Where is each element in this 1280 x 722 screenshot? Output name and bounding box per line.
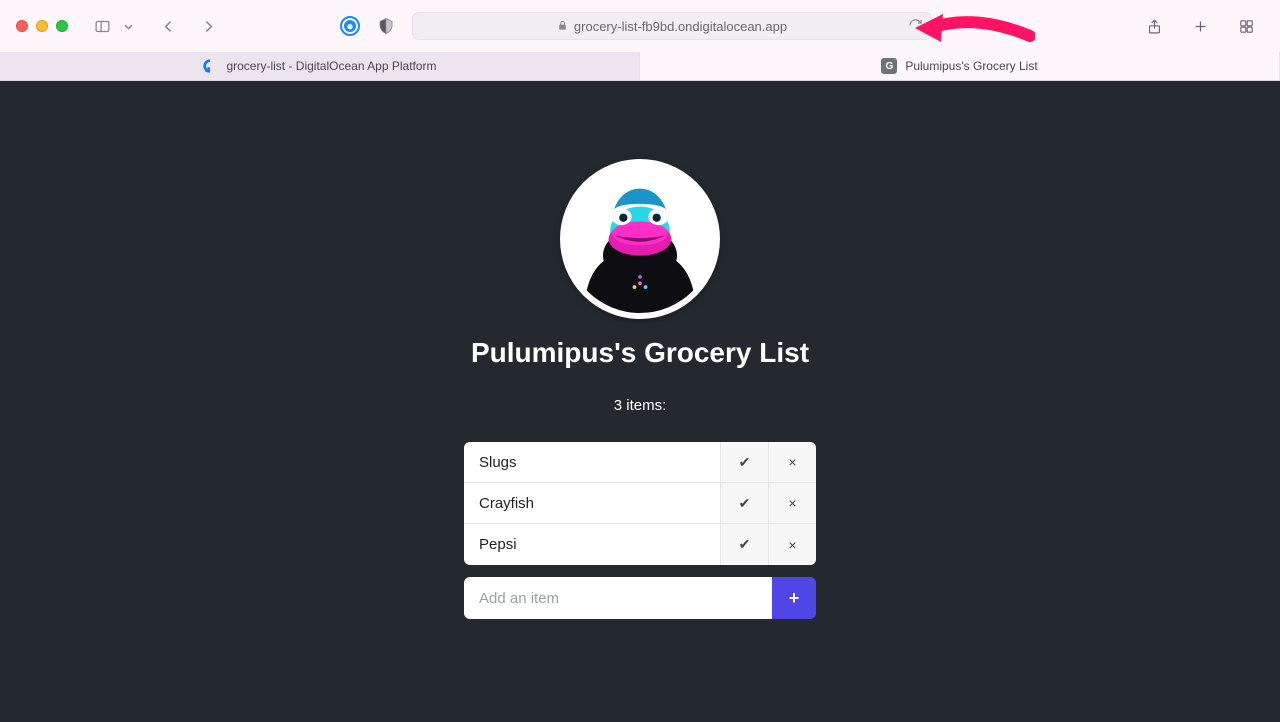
- tab-title: Pulumipus's Grocery List: [905, 59, 1037, 73]
- tab-overview-button[interactable]: [1232, 12, 1260, 40]
- add-item-input[interactable]: [464, 577, 772, 619]
- new-tab-button[interactable]: [1186, 12, 1214, 40]
- delete-button[interactable]: ×: [768, 442, 816, 482]
- avatar: [560, 159, 720, 319]
- add-item-row: +: [464, 577, 816, 619]
- check-button[interactable]: ✔: [720, 483, 768, 523]
- lock-icon: [557, 19, 568, 34]
- grocery-list: Slugs ✔ × Crayfish ✔ × Pepsi ✔ ×: [464, 442, 816, 565]
- onepassword-extension-icon[interactable]: ●: [336, 12, 364, 40]
- list-item: Crayfish ✔ ×: [464, 483, 816, 524]
- item-name: Crayfish: [464, 495, 720, 512]
- grocery-favicon-icon: G: [881, 58, 897, 74]
- minimize-window-button[interactable]: [36, 20, 48, 32]
- item-name: Pepsi: [464, 536, 720, 553]
- page-title: Pulumipus's Grocery List: [471, 337, 809, 369]
- item-name: Slugs: [464, 454, 720, 471]
- tab-digitalocean[interactable]: grocery-list - DigitalOcean App Platform: [0, 52, 640, 80]
- delete-button[interactable]: ×: [768, 483, 816, 523]
- privacy-shield-icon[interactable]: [372, 12, 400, 40]
- close-window-button[interactable]: [16, 20, 28, 32]
- tab-strip: grocery-list - DigitalOcean App Platform…: [0, 52, 1280, 81]
- check-button[interactable]: ✔: [720, 442, 768, 482]
- sidebar-toggle-button[interactable]: [88, 12, 116, 40]
- digitalocean-favicon-icon: [202, 58, 218, 74]
- forward-button[interactable]: [194, 12, 222, 40]
- tab-title: grocery-list - DigitalOcean App Platform: [226, 59, 436, 73]
- check-button[interactable]: ✔: [720, 524, 768, 565]
- url-text: grocery-list-fb9bd.ondigitalocean.app: [574, 19, 787, 34]
- sidebar-menu-chevron-icon[interactable]: [114, 12, 142, 40]
- tab-grocery-list[interactable]: G Pulumipus's Grocery List: [640, 52, 1280, 80]
- share-button[interactable]: [1140, 12, 1168, 40]
- add-item-button[interactable]: +: [772, 577, 816, 619]
- delete-button[interactable]: ×: [768, 524, 816, 565]
- window-controls: [16, 20, 68, 32]
- page-content: Pulumipus's Grocery List 3 items: Slugs …: [0, 81, 1280, 722]
- reload-button[interactable]: [908, 18, 923, 38]
- fullscreen-window-button[interactable]: [56, 20, 68, 32]
- list-item: Pepsi ✔ ×: [464, 524, 816, 565]
- item-count-label: 3 items:: [614, 397, 667, 414]
- list-item: Slugs ✔ ×: [464, 442, 816, 483]
- address-bar[interactable]: grocery-list-fb9bd.ondigitalocean.app: [412, 12, 932, 40]
- back-button[interactable]: [154, 12, 182, 40]
- browser-toolbar: ● grocery-list-fb9bd.ondigitalocean.app: [0, 0, 1280, 52]
